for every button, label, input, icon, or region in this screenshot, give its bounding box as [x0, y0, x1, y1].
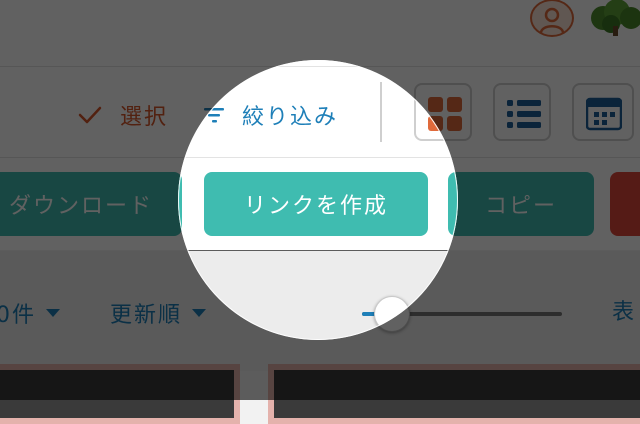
filter-button[interactable]: 絞り込み: [204, 98, 338, 132]
toolbar-divider: [380, 82, 382, 142]
calendar-view-button[interactable]: [572, 83, 634, 141]
sort-order-dropdown[interactable]: 更新順: [110, 296, 207, 330]
file-thumbnail[interactable]: [0, 364, 240, 424]
create-link-button[interactable]: リンクを作成: [204, 172, 428, 236]
list-view-icon: [507, 100, 541, 128]
create-link-label: リンクを作成: [243, 194, 388, 219]
copy-button[interactable]: コピー: [448, 172, 594, 236]
chevron-down-icon: [192, 309, 207, 317]
select-label: 選択: [120, 105, 169, 130]
list-view-button[interactable]: [493, 83, 551, 141]
chevron-down-icon: [46, 309, 60, 317]
select-button[interactable]: 選択: [78, 98, 168, 132]
copy-label: コピー: [484, 194, 557, 219]
screen: 選択 絞り込み: [0, 0, 640, 424]
file-thumbnail[interactable]: [268, 364, 640, 424]
count-label: 0件: [0, 303, 36, 328]
user-avatar-icon[interactable]: [530, 0, 574, 37]
delete-button[interactable]: [610, 172, 640, 236]
download-label: ダウンロード: [8, 194, 153, 219]
checkmark-icon: [78, 106, 102, 124]
tree-logo-icon: [589, 0, 640, 36]
calendar-view-icon: [586, 97, 622, 131]
download-button[interactable]: ダウンロード: [0, 172, 182, 236]
count-dropdown[interactable]: 0件: [0, 296, 60, 330]
sort-order-label: 更新順: [110, 303, 183, 328]
filter-label: 絞り込み: [242, 105, 339, 130]
display-label[interactable]: 表: [612, 296, 634, 330]
